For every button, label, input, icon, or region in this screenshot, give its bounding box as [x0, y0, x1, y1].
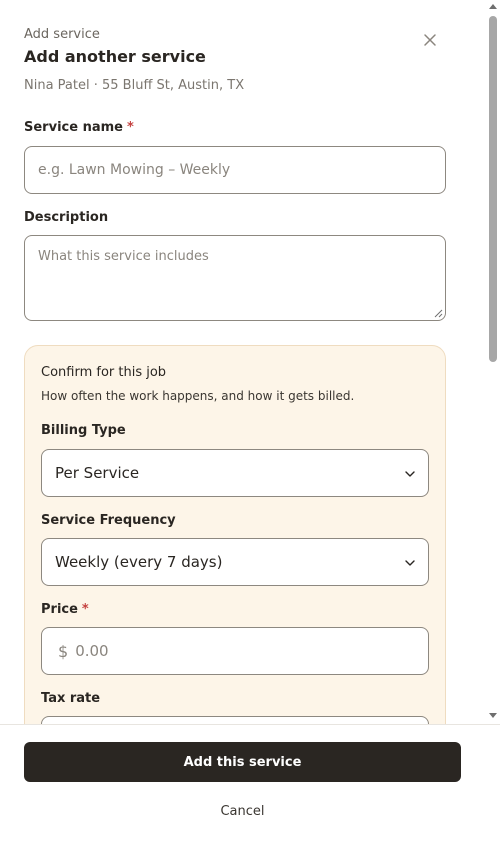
price-field[interactable]: $: [41, 627, 429, 675]
currency-symbol: $: [58, 641, 69, 661]
scroll-down-arrow-icon[interactable]: [489, 713, 497, 718]
resize-grip-icon[interactable]: [433, 308, 443, 318]
service-frequency-select[interactable]: Weekly (every 7 days): [41, 538, 429, 586]
tax-rate-label: Tax rate: [41, 691, 101, 706]
billing-type-select[interactable]: Per Service: [41, 449, 429, 497]
confirm-job-card: Confirm for this job How often the work …: [24, 345, 446, 724]
scrollbar[interactable]: [486, 0, 500, 724]
service-name-label-text: Service name: [24, 120, 123, 135]
page-title: Add another service: [24, 47, 206, 66]
price-input[interactable]: [75, 642, 396, 660]
scrollbar-thumb[interactable]: [489, 16, 497, 362]
add-service-button[interactable]: Add this service: [24, 742, 461, 782]
confirm-card-description: How often the work happens, and how it g…: [41, 389, 355, 403]
price-label-text: Price: [41, 602, 78, 617]
billing-type-label: Billing Type: [41, 423, 126, 438]
chevron-down-icon: [405, 560, 415, 566]
description-input[interactable]: [24, 235, 446, 321]
confirm-card-title: Confirm for this job: [41, 365, 167, 380]
cancel-button[interactable]: Cancel: [24, 799, 461, 823]
chevron-down-icon: [405, 471, 415, 477]
service-frequency-value: Weekly (every 7 days): [55, 553, 223, 571]
billing-type-value: Per Service: [55, 464, 140, 482]
required-mark: *: [126, 120, 134, 135]
description-label: Description: [24, 210, 109, 225]
service-frequency-label: Service Frequency: [41, 513, 176, 528]
price-label: Price *: [41, 602, 89, 617]
required-mark: *: [81, 602, 89, 617]
tax-rate-select[interactable]: [41, 716, 429, 724]
customer-address: Nina Patel · 55 Bluff St, Austin, TX: [24, 78, 245, 93]
service-name-input[interactable]: [24, 146, 446, 194]
service-name-label: Service name *: [24, 120, 134, 135]
add-service-panel: Add service Add another service Nina Pat…: [0, 0, 486, 724]
scroll-up-arrow-icon[interactable]: [489, 4, 497, 9]
panel-eyebrow: Add service: [24, 27, 100, 42]
close-icon[interactable]: [420, 30, 440, 50]
panel-footer: Add this service Cancel: [0, 724, 500, 845]
